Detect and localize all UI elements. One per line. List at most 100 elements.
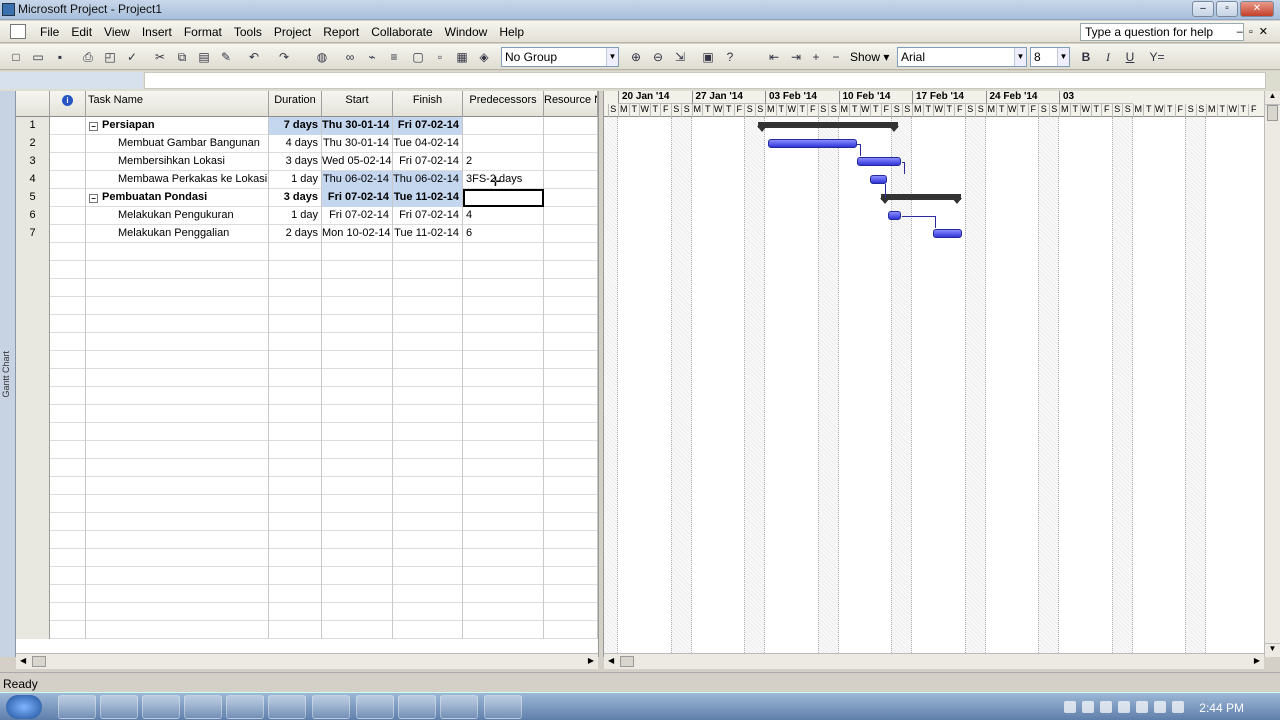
task-name-cell[interactable] (86, 477, 269, 495)
row-number[interactable] (16, 495, 50, 513)
scroll-right-icon[interactable]: ▶ (1254, 656, 1260, 665)
entry-field[interactable] (144, 72, 1266, 89)
app-icon[interactable] (356, 695, 394, 719)
paste-icon[interactable]: ▤ (196, 49, 212, 65)
start-cell[interactable] (322, 459, 393, 477)
predecessors-cell[interactable] (463, 495, 544, 513)
collapse-icon[interactable]: − (89, 122, 98, 131)
project-app-icon[interactable] (2, 3, 15, 16)
predecessors-cell[interactable] (463, 351, 544, 369)
table-row[interactable]: 2 Membuat Gambar Bangunan 4 days Thu 30-01-… (16, 135, 598, 153)
duration-cell[interactable] (269, 423, 322, 441)
duration-cell[interactable] (269, 387, 322, 405)
row-number[interactable] (16, 459, 50, 477)
predecessors-cell[interactable] (463, 117, 544, 135)
app-icon[interactable] (268, 695, 306, 719)
finish-cell[interactable] (393, 315, 463, 333)
task-name-cell[interactable] (86, 369, 269, 387)
outdent-icon[interactable]: ⇤ (766, 49, 782, 65)
predecessors-cell[interactable]: 2 (463, 153, 544, 171)
row-number[interactable]: 4 (16, 171, 50, 189)
tray-icon[interactable] (1100, 701, 1112, 713)
zoom-in-icon[interactable]: ⊕ (628, 49, 644, 65)
duration-cell[interactable] (269, 261, 322, 279)
task-name-cell[interactable]: − Persiapan (86, 117, 269, 135)
row-number[interactable] (16, 585, 50, 603)
predecessors-cell[interactable] (463, 333, 544, 351)
predecessors-cell[interactable] (463, 441, 544, 459)
row-number[interactable] (16, 531, 50, 549)
table-row[interactable]: 4 Membawa Perkakas ke Lokasi 1 day Thu 06-0… (16, 171, 598, 189)
task-name-cell[interactable] (86, 351, 269, 369)
task-name-cell[interactable]: Membuat Gambar Bangunan (86, 135, 269, 153)
scroll-right-icon[interactable]: ▶ (588, 656, 594, 665)
predecessors-cell[interactable] (463, 459, 544, 477)
filter-button[interactable]: Y= (1146, 49, 1168, 65)
unlink-tasks-icon[interactable]: ⌁ (364, 49, 380, 65)
resource-cell[interactable] (544, 513, 598, 531)
predecessors-cell[interactable] (463, 405, 544, 423)
duration-cell[interactable] (269, 405, 322, 423)
predecessors-cell[interactable] (463, 279, 544, 297)
finish-cell[interactable]: Fri 07-02-14 (393, 207, 463, 225)
resource-cell[interactable] (544, 117, 598, 135)
task-name-cell[interactable] (86, 567, 269, 585)
table-row[interactable] (16, 279, 598, 297)
scroll-thumb[interactable] (32, 656, 46, 667)
vertical-scrollbar[interactable]: ▲ ▼ (1264, 91, 1280, 657)
finish-cell[interactable] (393, 549, 463, 567)
timescale[interactable]: 20 Jan '14 27 Jan '14 03 Feb '14 10 Feb '14… (604, 91, 1264, 117)
predecessors-cell[interactable] (463, 603, 544, 621)
paint-icon[interactable] (142, 695, 180, 719)
duration-cell[interactable] (269, 549, 322, 567)
finish-cell[interactable] (393, 459, 463, 477)
table-row[interactable] (16, 585, 598, 603)
indicator-cell[interactable] (50, 171, 86, 189)
indicator-cell[interactable] (50, 261, 86, 279)
table-row[interactable] (16, 441, 598, 459)
start-cell[interactable]: Thu 30-01-14 (322, 117, 393, 135)
resource-cell[interactable] (544, 459, 598, 477)
tray-icon[interactable] (1064, 701, 1076, 713)
row-number[interactable]: 3 (16, 153, 50, 171)
task-name-cell[interactable] (86, 387, 269, 405)
table-row[interactable]: 1− Persiapan 7 days Thu 30-01-14 Fri 07-02-1… (16, 117, 598, 135)
hyperlink-icon[interactable]: ◍ (314, 49, 330, 65)
document-window-controls[interactable]: –▫✕ (1237, 25, 1274, 38)
row-number[interactable]: 1 (16, 117, 50, 135)
network-icon[interactable] (1136, 701, 1148, 713)
predecessors-header[interactable]: Predecessors (463, 91, 544, 117)
cut-icon[interactable]: ✂ (152, 49, 168, 65)
finish-cell[interactable]: Tue 11-02-14 (393, 225, 463, 243)
tray-icon[interactable] (1118, 701, 1130, 713)
start-cell[interactable] (322, 423, 393, 441)
start-cell[interactable] (322, 279, 393, 297)
resource-cell[interactable] (544, 405, 598, 423)
task-name-cell[interactable] (86, 621, 269, 639)
start-cell[interactable] (322, 405, 393, 423)
finish-cell[interactable] (393, 243, 463, 261)
table-row[interactable] (16, 603, 598, 621)
row-number[interactable] (16, 351, 50, 369)
table-row[interactable] (16, 297, 598, 315)
table-row[interactable] (16, 495, 598, 513)
row-number[interactable]: 6 (16, 207, 50, 225)
resource-cell[interactable] (544, 333, 598, 351)
indicator-cell[interactable] (50, 441, 86, 459)
indicator-cell[interactable] (50, 531, 86, 549)
task-name-cell[interactable]: Membersihkan Lokasi (86, 153, 269, 171)
start-cell[interactable] (322, 567, 393, 585)
row-number[interactable] (16, 261, 50, 279)
minimize-button[interactable]: – (1192, 1, 1214, 17)
row-number[interactable] (16, 387, 50, 405)
menu-item-project[interactable]: Project (268, 25, 317, 39)
indicator-cell[interactable] (50, 225, 86, 243)
resource-cell[interactable] (544, 153, 598, 171)
predecessors-cell[interactable] (463, 477, 544, 495)
indicator-cell[interactable] (50, 135, 86, 153)
resource-cell[interactable] (544, 423, 598, 441)
finish-cell[interactable]: Fri 07-02-14 (393, 117, 463, 135)
task-name-cell[interactable] (86, 243, 269, 261)
task-bar[interactable] (933, 229, 963, 238)
duration-cell[interactable] (269, 459, 322, 477)
